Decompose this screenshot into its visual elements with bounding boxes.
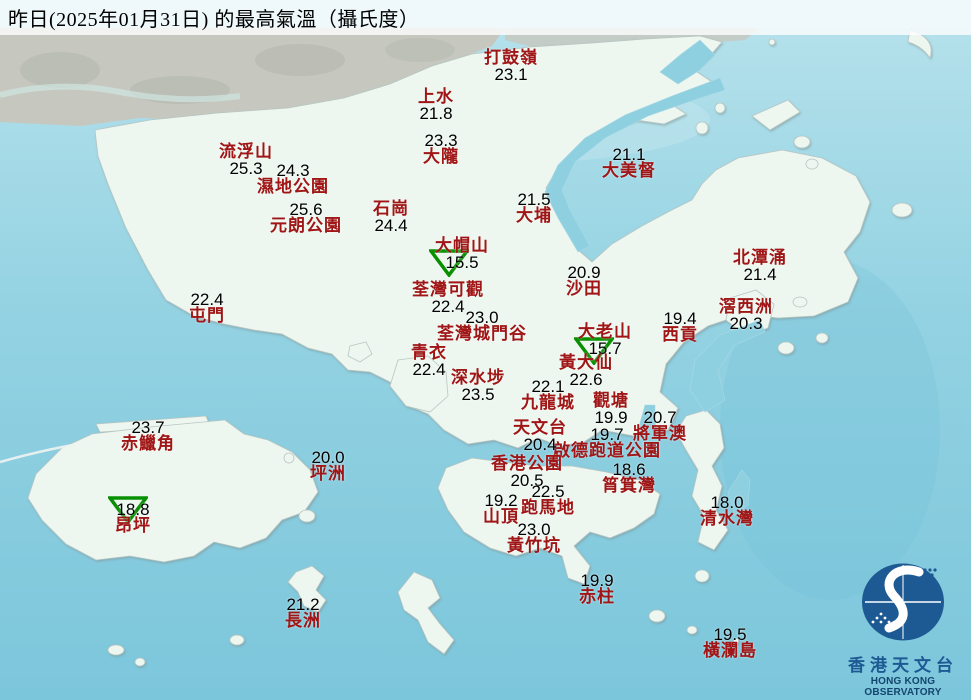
station-name: 大隴: [423, 147, 459, 166]
station-name: 啟德跑道公園: [553, 441, 661, 460]
station-label: 23.0 荃灣城門谷: [437, 308, 527, 343]
station-label: 深水埗 23.5: [451, 369, 505, 404]
station-label: 18.0 清水灣: [700, 493, 754, 528]
hko-logo: 香港天文台 HONG KONG OBSERVATORY: [838, 562, 968, 698]
hko-max-temperature-map: 昨日(2025年01月31日) 的最高氣溫（攝氏度） 打鼓嶺 23.1 上水 21.8…: [0, 0, 971, 700]
station-label: 天文台 20.4: [513, 419, 567, 454]
station-name: 坪洲: [310, 464, 346, 483]
station-name: 荃灣城門谷: [437, 324, 527, 343]
station-label: 觀塘 19.9: [593, 392, 629, 427]
station-name: 昂坪: [115, 516, 151, 535]
station-label: 23.0 黃竹坑: [507, 520, 561, 555]
station-label: 19.5 橫瀾島: [703, 625, 757, 660]
station-label: 20.9 沙田: [566, 263, 602, 298]
station-name: 跑馬地: [521, 498, 575, 517]
station-value: 21.1: [612, 145, 646, 164]
station-label: 打鼓嶺 23.1: [484, 49, 538, 84]
station-value: 21.8: [419, 104, 453, 123]
title-bar: 昨日(2025年01月31日) 的最高氣溫（攝氏度）: [0, 0, 971, 35]
station-value: 22.5: [531, 482, 565, 501]
station-label: 青衣 22.4: [411, 344, 447, 379]
station-value: 19.5: [713, 625, 747, 644]
station-value: 18.6: [612, 460, 646, 479]
station-value: 21.2: [286, 595, 320, 614]
station-name: 西貢: [662, 325, 698, 344]
station-value: 23.5: [461, 385, 495, 404]
station-value: 24.3: [276, 161, 310, 180]
hko-logo-icon: [862, 563, 944, 641]
station-value: 20.4: [523, 435, 557, 454]
station-label: 24.3 濕地公園: [257, 161, 329, 196]
station-label: 18.6 筲箕灣: [602, 460, 656, 495]
station-name: 大埔: [516, 206, 552, 225]
station-value: 19.7: [590, 425, 624, 444]
station-value: 20.0: [311, 448, 345, 467]
hko-logo-name-en: HONG KONG OBSERVATORY: [864, 676, 942, 698]
station-label: 19.7 啟德跑道公園: [553, 425, 661, 460]
station-label: 20.0 坪洲: [310, 448, 346, 483]
station-label: 23.3 大隴: [423, 131, 459, 166]
station-value: 21.5: [517, 190, 551, 209]
station-value: 18.0: [710, 493, 744, 512]
hong-kong-map: [0, 0, 971, 700]
station-value: 20.3: [729, 314, 763, 333]
station-name: 濕地公園: [257, 177, 329, 196]
station-value: 20.7: [643, 408, 677, 427]
station-name: 橫瀾島: [703, 641, 757, 660]
station-label: 大老山 15.7: [578, 323, 632, 358]
hko-logo-name-cn: 香港天文台: [848, 656, 958, 675]
station-value: 24.4: [374, 216, 408, 235]
station-label: 21.1 大美督: [602, 145, 656, 180]
station-name: 沙田: [566, 279, 602, 298]
station-name: 屯門: [189, 306, 225, 325]
station-value: 22.4: [190, 290, 224, 309]
station-name: 筲箕灣: [602, 476, 656, 495]
station-label: 19.4 西貢: [662, 309, 698, 344]
station-name: 赤鱲角: [121, 434, 175, 453]
station-value: 19.4: [663, 309, 697, 328]
station-label: 18.8 昂坪: [115, 500, 151, 535]
station-value: 23.0: [517, 520, 551, 539]
station-value: 19.9: [594, 408, 628, 427]
station-label: 大帽山 15.5: [435, 237, 489, 272]
station-value: 22.4: [412, 360, 446, 379]
station-label: 21.5 大埔: [516, 190, 552, 225]
station-name: 元朗公園: [270, 216, 342, 235]
station-label: 石崗 24.4: [373, 200, 409, 235]
station-value: 15.5: [445, 253, 479, 272]
station-label: 22.1 九龍城: [521, 377, 575, 412]
station-label: 22.4 屯門: [189, 290, 225, 325]
station-value: 22.1: [531, 377, 565, 396]
station-name: 黃竹坑: [507, 536, 561, 555]
station-label: 滘西洲 20.3: [719, 298, 773, 333]
station-value: 21.4: [743, 265, 777, 284]
station-label: 北潭涌 21.4: [733, 249, 787, 284]
station-name: 九龍城: [521, 393, 575, 412]
station-value: 23.3: [424, 131, 458, 150]
station-label: 21.2 長洲: [285, 595, 321, 630]
station-name: 長洲: [285, 611, 321, 630]
station-value: 23.0: [465, 308, 499, 327]
station-name: 赤柱: [579, 587, 615, 606]
station-value: 20.9: [567, 263, 601, 282]
station-label: 25.6 元朗公園: [270, 200, 342, 235]
page-title: 昨日(2025年01月31日) 的最高氣溫（攝氏度）: [8, 9, 420, 31]
station-label: 23.7 赤鱲角: [121, 418, 175, 453]
station-value: 18.8: [116, 500, 150, 519]
station-value: 23.1: [494, 65, 528, 84]
station-name: 清水灣: [700, 509, 754, 528]
station-value: 19.9: [580, 571, 614, 590]
station-label: 22.5 跑馬地: [521, 482, 575, 517]
station-value: 23.7: [131, 418, 165, 437]
station-label: 上水 21.8: [418, 88, 454, 123]
station-name: 大美督: [602, 161, 656, 180]
station-value: 25.6: [289, 200, 323, 219]
station-value: 19.2: [484, 491, 518, 510]
station-label: 19.9 赤柱: [579, 571, 615, 606]
